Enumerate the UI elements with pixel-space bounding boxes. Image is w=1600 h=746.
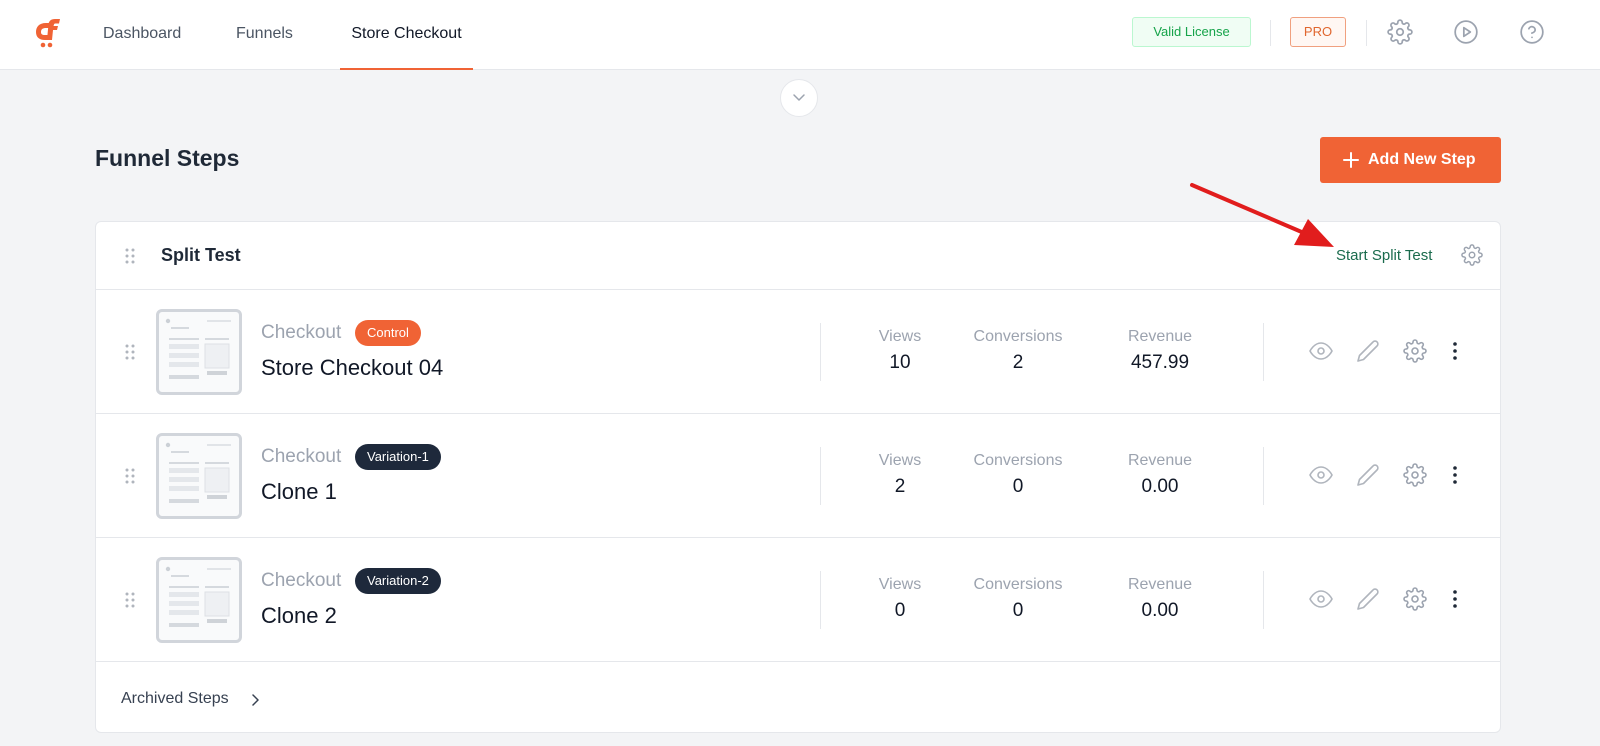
split-step-row-control[interactable]: Checkout Control Store Checkout 04 Views… — [96, 290, 1500, 414]
revenue-label: Revenue — [1127, 576, 1193, 593]
divider — [820, 447, 821, 505]
valid-license-badge[interactable]: Valid License — [1132, 17, 1251, 47]
divider — [1263, 571, 1264, 629]
split-step-row-variation-1[interactable]: Checkout Variation-1 Clone 1 Views 2 Con… — [96, 414, 1500, 538]
conversions-label: Conversions — [973, 576, 1063, 593]
conversions-label: Conversions — [973, 452, 1063, 469]
nav-tab-dashboard[interactable]: Dashboard — [103, 0, 181, 70]
checkout-preview-icon — [165, 318, 231, 379]
step-title[interactable]: Clone 2 — [261, 603, 337, 629]
play-circle-icon[interactable] — [1453, 19, 1479, 45]
plus-icon — [1343, 152, 1359, 168]
pencil-icon[interactable] — [1356, 463, 1380, 487]
divider — [1366, 20, 1367, 46]
variation-badge: Variation-1 — [355, 444, 441, 470]
pencil-icon[interactable] — [1356, 587, 1380, 611]
step-thumbnail[interactable] — [156, 557, 242, 643]
page-title: Funnel Steps — [95, 145, 240, 171]
drag-handle-icon[interactable] — [124, 591, 136, 609]
control-badge: Control — [355, 320, 421, 346]
checkout-preview-icon — [165, 442, 231, 503]
split-test-card: Split Test Start Split Test Checkout Con… — [95, 221, 1501, 733]
views-label: Views — [878, 452, 922, 469]
views-label: Views — [878, 328, 922, 345]
settings-gear-icon[interactable] — [1403, 339, 1427, 363]
views-value: 0 — [894, 600, 906, 621]
chevron-down-icon — [793, 94, 805, 101]
more-vertical-icon[interactable] — [1443, 463, 1467, 487]
step-type-label: Checkout — [261, 570, 342, 591]
more-vertical-icon[interactable] — [1443, 339, 1467, 363]
revenue-value: 0.00 — [1141, 476, 1179, 497]
conversions-value: 0 — [1012, 600, 1024, 621]
conversions-label: Conversions — [973, 328, 1063, 345]
help-circle-icon[interactable] — [1519, 19, 1545, 45]
revenue-label: Revenue — [1127, 328, 1193, 345]
chevron-right-icon[interactable] — [248, 692, 262, 708]
checkout-preview-icon — [165, 566, 231, 627]
drag-handle-icon[interactable] — [124, 467, 136, 485]
revenue-value: 0.00 — [1141, 600, 1179, 621]
drag-handle-icon[interactable] — [124, 343, 136, 361]
start-split-test-link[interactable]: Start Split Test — [1336, 247, 1432, 264]
split-test-title: Split Test — [161, 245, 241, 265]
divider — [1263, 323, 1264, 381]
split-step-row-variation-2[interactable]: Checkout Variation-2 Clone 2 Views 0 Con… — [96, 538, 1500, 662]
settings-gear-icon[interactable] — [1387, 19, 1413, 45]
settings-gear-icon[interactable] — [1403, 463, 1427, 487]
pencil-icon[interactable] — [1356, 339, 1380, 363]
eye-icon[interactable] — [1309, 587, 1333, 611]
nav-tab-funnels[interactable]: Funnels — [236, 0, 293, 70]
step-type-label: Checkout — [261, 322, 342, 343]
step-title[interactable]: Store Checkout 04 — [261, 355, 443, 381]
views-label: Views — [878, 576, 922, 593]
step-title[interactable]: Clone 1 — [261, 479, 337, 505]
divider — [1270, 20, 1271, 46]
revenue-label: Revenue — [1127, 452, 1193, 469]
divider — [820, 571, 821, 629]
divider — [820, 323, 821, 381]
split-test-settings-gear-icon[interactable] — [1461, 244, 1483, 266]
step-type-label: Checkout — [261, 446, 342, 467]
pro-badge[interactable]: PRO — [1290, 17, 1346, 47]
eye-icon[interactable] — [1309, 463, 1333, 487]
views-value: 2 — [894, 476, 906, 497]
drag-handle-icon[interactable] — [124, 247, 136, 265]
cartflows-logo-icon[interactable] — [33, 17, 67, 49]
top-navigation-bar: Dashboard Funnels Store Checkout Valid L… — [0, 0, 1600, 70]
views-value: 10 — [889, 352, 911, 373]
conversions-value: 0 — [1012, 476, 1024, 497]
settings-gear-icon[interactable] — [1403, 587, 1427, 611]
revenue-value: 457.99 — [1130, 352, 1190, 373]
add-new-step-button[interactable]: Add New Step — [1320, 137, 1501, 183]
variation-badge: Variation-2 — [355, 568, 441, 594]
nav-tab-store-checkout[interactable]: Store Checkout — [340, 0, 473, 70]
red-annotation-arrow-icon — [1190, 183, 1334, 247]
eye-icon[interactable] — [1309, 339, 1333, 363]
collapse-toggle-button[interactable] — [780, 79, 818, 117]
more-vertical-icon[interactable] — [1443, 587, 1467, 611]
archived-steps-link[interactable]: Archived Steps — [121, 690, 229, 708]
add-new-step-label: Add New Step — [1368, 151, 1476, 168]
step-thumbnail[interactable] — [156, 433, 242, 519]
conversions-value: 2 — [1012, 352, 1024, 373]
step-thumbnail[interactable] — [156, 309, 242, 395]
divider — [1263, 447, 1264, 505]
